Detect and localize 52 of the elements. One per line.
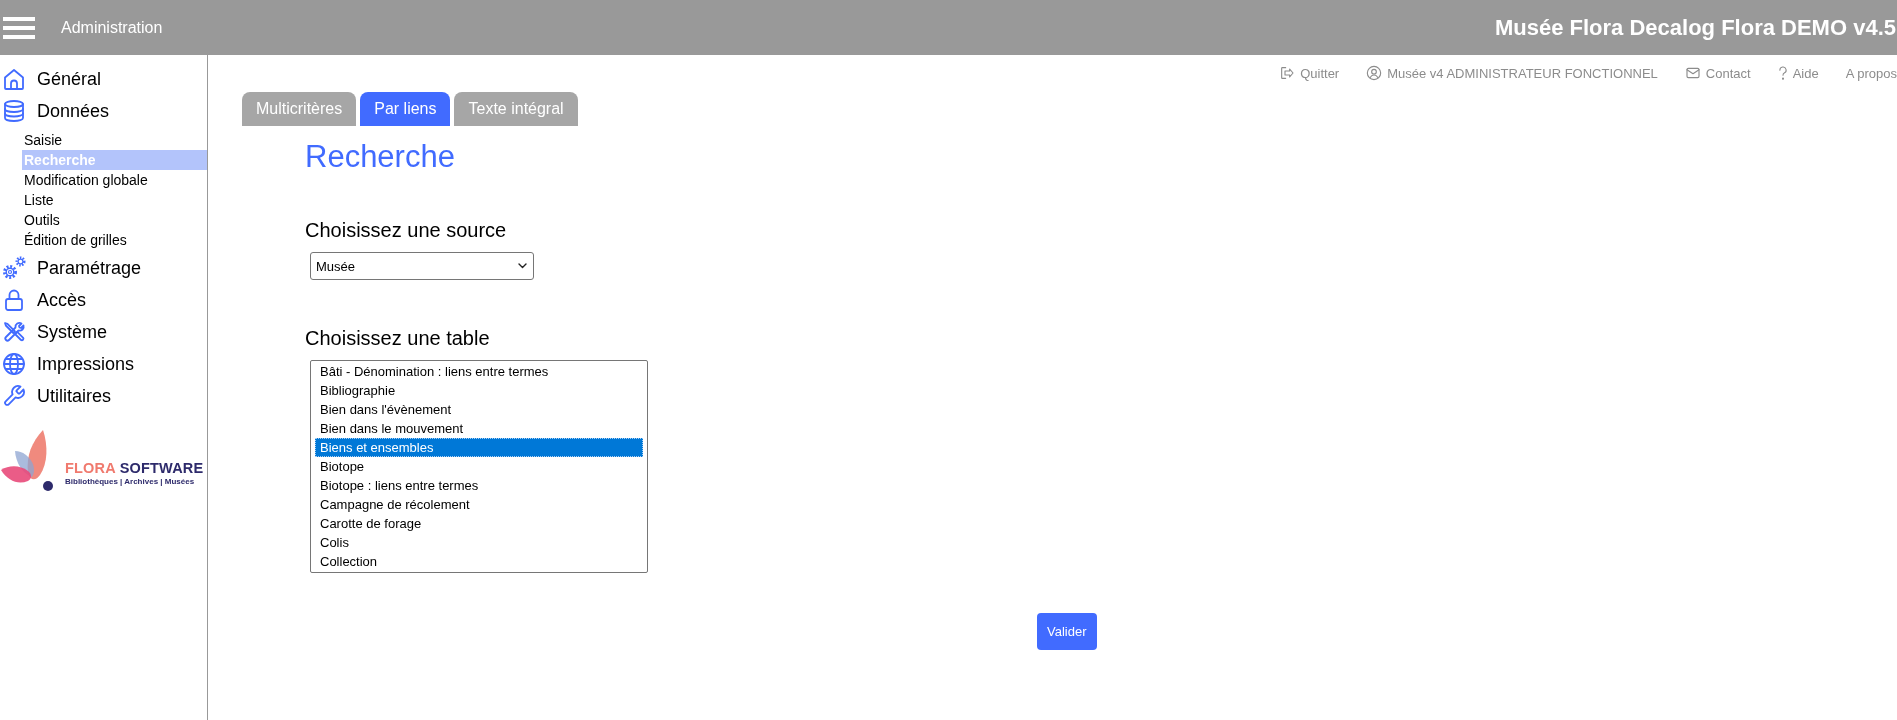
app-title: Musée Flora Decalog Flora DEMO v4.5 [1495,14,1896,41]
nav-item[interactable]: Général [0,63,207,95]
nav-subitem[interactable]: Édition de grilles [22,230,207,250]
section-label: Choisissez une source [305,218,508,242]
source-dropdown[interactable]: Musée [310,252,534,280]
tools-icon [2,319,26,345]
header-title: Administration [61,18,163,37]
list-option[interactable]: Biotope : liens entre termes [315,476,643,495]
nav-item[interactable]: Paramétrage [0,252,207,284]
flower-logo-icon [1,429,54,491]
submit-button[interactable]: Valider [1037,613,1097,650]
mail-icon [1684,65,1701,81]
nav-subitem[interactable]: Liste [22,190,207,210]
list-option[interactable]: Bien dans l'évènement [315,400,643,419]
database-icon [2,98,26,124]
table-listbox[interactable] [310,360,648,573]
home-icon [2,66,26,92]
logo-text: FLORA SOFTWARE [65,459,204,477]
help-link[interactable]: Aide [1777,65,1819,81]
nav-item[interactable]: Système [0,316,207,348]
list-option[interactable]: Colis [315,533,643,552]
user-icon [1366,65,1383,81]
nav-subitem[interactable]: Outils [22,210,207,230]
about-link[interactable]: A propos [1845,65,1897,81]
list-option[interactable]: Bien dans le mouvement [315,419,643,438]
nav-item[interactable]: Utilitaires [0,380,207,412]
nav-item[interactable]: Accès [0,284,207,316]
nav-item[interactable]: Données [0,95,207,127]
list-option[interactable]: Bâti - Dénomination : liens entre termes [315,362,643,381]
section-label: Choisissez une table [305,326,491,350]
padlock-icon [2,287,26,313]
chevron-down-icon [518,263,527,269]
gears-icon [2,255,26,281]
nav-subitem[interactable]: Saisie [22,130,207,150]
contact-link[interactable]: Contact [1684,65,1751,81]
question-mark-icon [1777,65,1788,81]
tab[interactable]: Par liens [360,92,451,126]
list-option[interactable]: Collection [315,552,643,571]
page-heading: Recherche [305,139,456,175]
list-option[interactable]: Carotte de forage [315,514,643,533]
globe-icon [2,351,26,377]
list-option[interactable]: Bibliographie [315,381,643,400]
list-option[interactable]: Campagne de récolement [315,495,643,514]
nav-item[interactable]: Impressions [0,348,207,380]
wrench-icon [2,383,26,409]
menu-icon[interactable] [3,16,35,39]
logout-link[interactable]: Quitter [1279,65,1340,81]
logout-icon [1279,65,1296,81]
logo-tagline: Bibliothèques | Archives | Musées [65,477,196,487]
list-option[interactable]: Biens et ensembles [315,438,643,457]
list-option[interactable]: Biotope [315,457,643,476]
nav-subitem[interactable]: Modification globale [22,170,207,190]
